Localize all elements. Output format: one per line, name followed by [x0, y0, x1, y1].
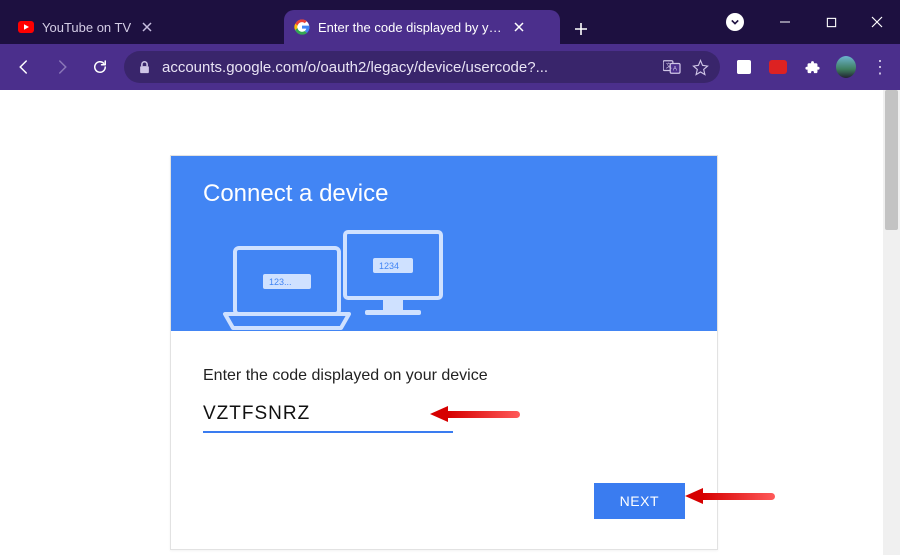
window-controls — [716, 0, 900, 44]
browser-toolbar: accounts.google.com/o/oauth2/legacy/devi… — [0, 44, 900, 90]
browser-titlebar: YouTube on TV Enter the code displayed b… — [0, 0, 900, 44]
scrollbar-thumb[interactable] — [885, 90, 898, 230]
extensions-puzzle-icon[interactable] — [802, 57, 822, 77]
tab-strip: YouTube on TV Enter the code displayed b… — [8, 0, 596, 44]
chevron-down-icon[interactable] — [726, 13, 744, 31]
translate-icon[interactable]: 文A — [662, 59, 682, 75]
maximize-button[interactable] — [808, 0, 854, 44]
extension-red-icon[interactable] — [768, 57, 788, 77]
code-prompt: Enter the code displayed on your device — [203, 367, 685, 385]
tab-title: Enter the code displayed by your — [318, 20, 503, 35]
back-button[interactable] — [10, 53, 38, 81]
kebab-menu-icon[interactable]: ⋮ — [870, 57, 890, 77]
banner-title: Connect a device — [203, 180, 685, 208]
address-bar[interactable]: accounts.google.com/o/oauth2/legacy/devi… — [124, 51, 720, 83]
url-text: accounts.google.com/o/oauth2/legacy/devi… — [162, 59, 654, 76]
close-window-button[interactable] — [854, 0, 900, 44]
monitor-code-illus: 1234 — [379, 261, 399, 271]
tab-youtube[interactable]: YouTube on TV — [8, 10, 284, 44]
extension-icons: ⋮ — [730, 57, 890, 77]
profile-avatar[interactable] — [836, 57, 856, 77]
vertical-scrollbar[interactable] — [883, 90, 900, 555]
connect-device-card: Connect a device 123... 1234 Ent — [170, 155, 718, 550]
new-tab-button[interactable] — [566, 14, 596, 44]
page-viewport: Connect a device 123... 1234 Ent — [0, 90, 900, 555]
minimize-button[interactable] — [762, 0, 808, 44]
laptop-code-illus: 123... — [269, 277, 292, 287]
device-code-input[interactable] — [203, 401, 453, 433]
star-icon[interactable] — [690, 59, 710, 76]
annotation-arrow — [430, 406, 520, 422]
form-area: Enter the code displayed on your device … — [171, 331, 717, 549]
tab-title: YouTube on TV — [42, 20, 131, 35]
annotation-arrow — [685, 488, 775, 504]
forward-button[interactable] — [48, 53, 76, 81]
youtube-icon — [18, 19, 34, 35]
reading-list-icon[interactable] — [734, 57, 754, 77]
lock-icon — [134, 60, 154, 74]
close-icon[interactable] — [139, 19, 155, 35]
card-banner: Connect a device 123... 1234 — [171, 156, 717, 331]
devices-illustration: 123... 1234 — [203, 226, 685, 336]
close-icon[interactable] — [511, 19, 527, 35]
reload-button[interactable] — [86, 53, 114, 81]
tab-google-device[interactable]: Enter the code displayed by your — [284, 10, 560, 44]
next-button[interactable]: NEXT — [594, 483, 685, 519]
google-icon — [294, 19, 310, 35]
svg-text:文: 文 — [666, 62, 673, 70]
